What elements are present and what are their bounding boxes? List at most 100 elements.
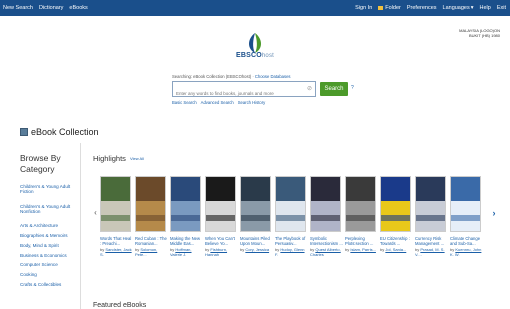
book-cover-image[interactable] xyxy=(170,176,201,232)
category-item[interactable]: Computer Science xyxy=(20,262,78,272)
cover-art xyxy=(451,177,480,202)
exit-link[interactable]: Exit xyxy=(497,3,506,13)
search-input[interactable] xyxy=(173,86,303,101)
institution-line-2: BUKIT (HB) 1980 xyxy=(468,33,500,38)
book-cover-image[interactable] xyxy=(240,176,271,232)
book-cover-image[interactable] xyxy=(450,176,481,232)
book-card[interactable]: Words That Heal : Preachi... by Sandster,… xyxy=(100,176,133,257)
cover-art xyxy=(381,214,410,222)
book-author: by Islam, Parris... xyxy=(345,247,378,257)
cover-art xyxy=(451,214,480,222)
view-all-link[interactable]: View All xyxy=(130,156,144,161)
book-card[interactable]: The Playbook of Persuasiv... by Hudoy, Gl… xyxy=(275,176,308,257)
category-item[interactable]: Children's & Young Adult Fiction xyxy=(20,184,78,204)
author-link[interactable]: Prasad, M. S. V.... xyxy=(415,247,445,257)
book-card[interactable]: When You Can't Believe Yo... by Fishburn,… xyxy=(205,176,238,257)
book-title-link[interactable]: The Playbook of Persuasiv... xyxy=(275,236,308,246)
book-card[interactable]: Currency Risk Management ... by Prasad, M… xyxy=(415,176,448,257)
book-title-link[interactable]: Symbolic Intersectionism ... xyxy=(310,236,343,246)
search-history-link[interactable]: Search History xyxy=(238,100,265,105)
book-cover-image[interactable] xyxy=(205,176,236,232)
clear-search-icon[interactable]: ⊘ xyxy=(307,85,312,92)
book-title-link[interactable]: Words That Heal : Preachi... xyxy=(100,236,133,246)
author-link[interactable]: Cory, Jessica xyxy=(245,247,269,252)
book-card[interactable]: Making the New Middle Eas... by Hoffman, … xyxy=(170,176,203,257)
cover-art xyxy=(276,214,305,222)
book-cover-image[interactable] xyxy=(135,176,166,232)
book-card[interactable]: EU Citizenship : Towards ... by Jol, Sani… xyxy=(380,176,413,257)
carousel-next-arrow-icon[interactable]: › xyxy=(490,207,498,219)
category-item[interactable]: Crafts & Collectibles xyxy=(20,282,78,292)
cover-art xyxy=(346,214,375,222)
book-title-link[interactable]: Currency Risk Management ... xyxy=(415,236,448,246)
search-help-icon[interactable]: ? xyxy=(351,85,354,91)
cover-art xyxy=(346,177,375,202)
book-cover-image[interactable] xyxy=(310,176,341,232)
ebsco-logo-text: EBSCOhost xyxy=(229,52,281,59)
category-item[interactable]: Biographies & Memoirs xyxy=(20,233,78,243)
cover-art xyxy=(416,177,445,202)
carousel-prev-arrow-icon[interactable]: ‹ xyxy=(92,207,99,219)
book-card[interactable]: Symbolic Intersectionism ... by Quest Alb… xyxy=(310,176,343,257)
cover-art xyxy=(276,177,305,202)
book-title-link[interactable]: Perplexing Plots:section ... xyxy=(345,236,378,246)
book-title-link[interactable]: Red Cuban : The Romanian... xyxy=(135,236,168,246)
advanced-search-link[interactable]: Advanced Search xyxy=(201,100,234,105)
book-title-link[interactable]: EU Citizenship : Towards ... xyxy=(380,236,413,246)
ebooks-link[interactable]: eBooks xyxy=(69,3,87,13)
cover-art xyxy=(171,177,200,202)
cover-art xyxy=(311,214,340,222)
book-cover-image[interactable] xyxy=(415,176,446,232)
book-author: by Sandster, Jack S. xyxy=(100,247,133,257)
category-item[interactable]: Arts & Architecture xyxy=(20,223,78,233)
chevron-down-icon: ▾ xyxy=(470,5,474,11)
book-author: by Solomon, Pete... xyxy=(135,247,168,257)
institution-name: MALAYSIA (LOGO)ON BUKIT (HB) 1980 xyxy=(459,28,500,38)
help-link[interactable]: Help xyxy=(480,3,491,13)
languages-menu[interactable]: Languages xyxy=(443,3,470,13)
book-title-link[interactable]: Climate Change and Sub-Sa... xyxy=(450,236,483,246)
book-card[interactable]: Mountains Piled Upon Moun... by Cory, Jes… xyxy=(240,176,273,257)
ebook-icon xyxy=(20,128,28,136)
cover-art xyxy=(136,214,165,222)
category-item[interactable]: Body, Mind & Spirit xyxy=(20,243,78,253)
author-link[interactable]: Jol, Sania... xyxy=(385,247,406,252)
author-link[interactable]: Quest Alberto, Charles xyxy=(310,247,341,257)
choose-databases-link[interactable]: Choose Databases xyxy=(255,74,291,79)
category-item[interactable]: Cooking xyxy=(20,272,78,282)
cover-art xyxy=(311,177,340,202)
book-title-link[interactable]: Mountains Piled Upon Moun... xyxy=(240,236,273,246)
new-search-link[interactable]: New Search xyxy=(3,3,33,13)
sign-in-link[interactable]: Sign In xyxy=(355,3,372,13)
browse-by-category-heading: Browse By Category xyxy=(20,153,61,174)
category-item[interactable]: Children's & Young Adult Nonfiction xyxy=(20,204,78,224)
basic-search-link[interactable]: Basic Search xyxy=(172,100,197,105)
cover-art xyxy=(101,177,130,202)
cover-art xyxy=(206,177,235,202)
author-link[interactable]: Kuennru, John K. W. xyxy=(450,247,481,257)
ebsco-logo-icon xyxy=(249,33,261,53)
author-link[interactable]: Islam, Parris... xyxy=(350,247,376,252)
featured-ebooks-heading: Featured eBooks xyxy=(93,302,147,309)
book-card[interactable]: Red Cuban : The Romanian... by Solomon, P… xyxy=(135,176,168,257)
preferences-link[interactable]: Preferences xyxy=(407,3,437,13)
book-title-link[interactable]: Making the New Middle Eas... xyxy=(170,236,203,246)
book-author: by Quest Alberto, Charles xyxy=(310,247,343,257)
page-title: eBook Collection xyxy=(31,127,99,137)
author-link[interactable]: Sandster, Jack S. xyxy=(100,247,132,257)
dictionary-link[interactable]: Dictionary xyxy=(39,3,63,13)
book-card[interactable]: Perplexing Plots:section ... by Islam, Pa… xyxy=(345,176,378,257)
cover-art xyxy=(171,214,200,222)
search-button[interactable]: Search xyxy=(320,82,348,96)
book-card[interactable]: Climate Change and Sub-Sa... by Kuennru, … xyxy=(450,176,483,257)
category-item[interactable]: Business & Economics xyxy=(20,253,78,263)
book-author: by Prasad, M. S. V.... xyxy=(415,247,448,257)
book-title-link[interactable]: When You Can't Believe Yo... xyxy=(205,236,238,246)
author-link[interactable]: Hudoy, Glenn F. xyxy=(275,247,305,257)
book-cover-image[interactable] xyxy=(100,176,131,232)
book-author: by Fishburn, Hannah xyxy=(205,247,238,257)
book-cover-image[interactable] xyxy=(345,176,376,232)
book-cover-image[interactable] xyxy=(275,176,306,232)
book-cover-image[interactable] xyxy=(380,176,411,232)
folder-link[interactable]: Folder xyxy=(385,3,401,13)
